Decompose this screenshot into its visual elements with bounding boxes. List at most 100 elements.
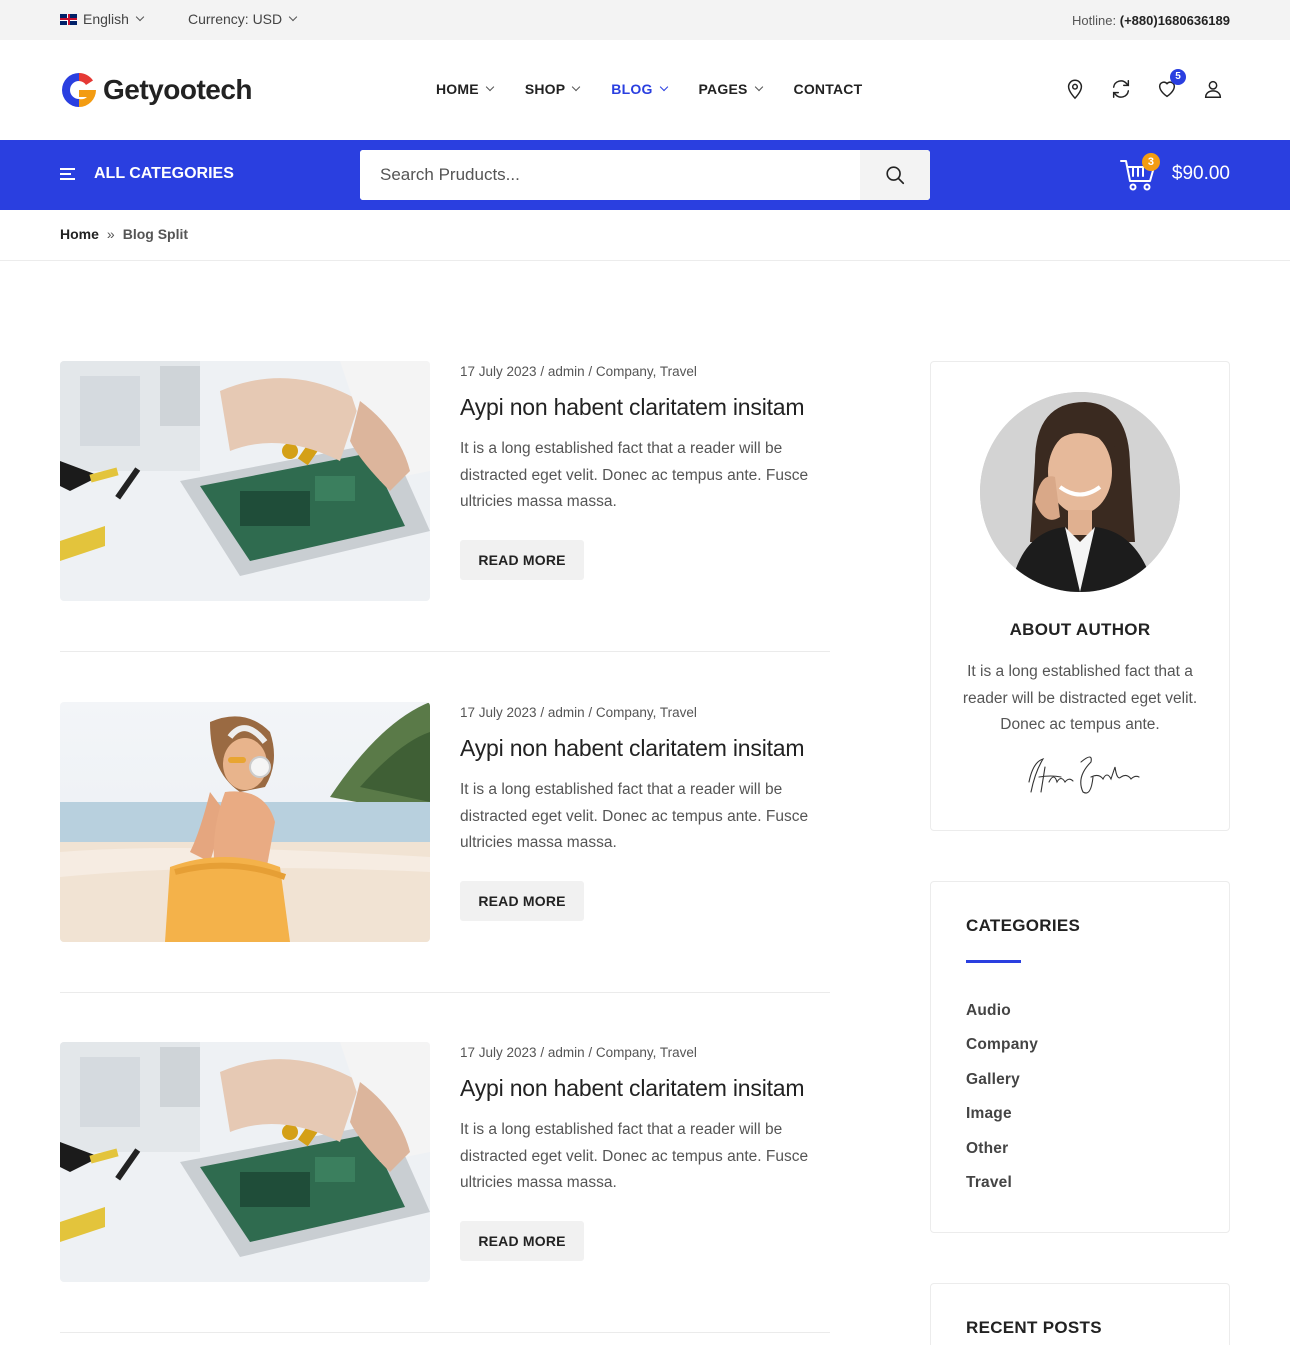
chevron-down-icon <box>659 82 668 92</box>
about-author-widget: ABOUT AUTHOR It is a long established fa… <box>930 361 1230 831</box>
search-box <box>360 150 930 200</box>
category-search-bar: ALL CATEGORIES 3 $90.00 <box>0 140 1290 210</box>
main-nav: HOME SHOP BLOG PAGES CONTACT <box>436 81 894 97</box>
uk-flag-icon <box>60 13 77 25</box>
chevron-down-icon <box>572 82 581 92</box>
read-more-button[interactable]: READ MORE <box>460 1221 584 1261</box>
nav-pages[interactable]: PAGES <box>698 81 763 97</box>
nav-label: SHOP <box>524 81 566 97</box>
all-categories-label: ALL CATEGORIES <box>94 165 234 182</box>
nav-contact[interactable]: CONTACT <box>794 81 863 97</box>
breadcrumb-current: Blog Split <box>122 226 189 242</box>
categories-widget: CATEGORIES Audio Company Gallery Image O… <box>930 881 1230 1233</box>
nav-label: HOME <box>436 81 479 97</box>
breadcrumb-home[interactable]: Home <box>60 226 99 242</box>
post-title[interactable]: Aypi non habent claritatem insitam <box>460 735 805 762</box>
title-underline <box>966 960 1021 963</box>
blog-post: 17 July 2023 / admin / Company, Travel A… <box>60 1042 830 1333</box>
top-bar: English Currency: USD Hotline: (+880)168… <box>0 0 1290 40</box>
nav-home[interactable]: HOME <box>436 81 495 97</box>
category-item[interactable]: Image <box>966 1105 1038 1139</box>
author-signature <box>1028 756 1140 794</box>
logo-text: Getyootech <box>103 74 253 105</box>
currency-label: Currency: USD <box>188 11 283 27</box>
nav-blog[interactable]: BLOG <box>611 81 668 97</box>
blog-post: 17 July 2023 / admin / Company, Travel A… <box>60 702 830 993</box>
post-title[interactable]: Aypi non habent claritatem insitam <box>460 394 805 421</box>
post-image-beach-headphones[interactable] <box>60 702 430 942</box>
currency-selector[interactable]: Currency: USD <box>188 11 298 27</box>
nav-label: PAGES <box>698 81 748 97</box>
post-categories[interactable]: Company, Travel <box>596 705 697 720</box>
category-item[interactable]: Gallery <box>966 1071 1038 1105</box>
read-more-button[interactable]: READ MORE <box>460 540 584 580</box>
post-author[interactable]: admin <box>548 705 585 720</box>
chevron-down-icon <box>135 12 145 22</box>
post-meta: 17 July 2023 / admin / Company, Travel <box>460 1045 697 1060</box>
search-icon <box>886 166 905 185</box>
about-author-text: It is a long established fact that a rea… <box>962 663 1198 733</box>
chevron-down-icon <box>485 82 495 92</box>
blog-post: 17 July 2023 / admin / Company, Travel A… <box>60 361 830 652</box>
all-categories-button[interactable]: ALL CATEGORIES <box>60 165 234 183</box>
search-input[interactable] <box>360 150 860 200</box>
post-image-laptop-repair[interactable] <box>60 1042 430 1282</box>
language-selector[interactable]: English <box>60 11 145 27</box>
hotline-label: Hotline: <box>1072 13 1117 28</box>
post-author[interactable]: admin <box>548 364 585 379</box>
category-item[interactable]: Company <box>966 1036 1038 1070</box>
author-avatar <box>980 392 1180 592</box>
post-image-laptop-repair[interactable] <box>60 361 430 601</box>
post-excerpt: It is a long established fact that a rea… <box>460 440 809 510</box>
nav-shop[interactable]: SHOP <box>524 81 581 97</box>
header-icons: 5 <box>1064 69 1224 100</box>
post-meta: 17 July 2023 / admin / Company, Travel <box>460 364 697 379</box>
recent-posts-title: RECENT POSTS <box>966 1318 1102 1337</box>
post-categories[interactable]: Company, Travel <box>596 1045 697 1060</box>
nav-label: BLOG <box>611 81 653 97</box>
compare-icon[interactable] <box>1110 78 1132 100</box>
hotline-number[interactable]: (+880)1680636189 <box>1120 13 1230 28</box>
language-label: English <box>83 11 129 27</box>
post-meta: 17 July 2023 / admin / Company, Travel <box>460 705 697 720</box>
post-categories[interactable]: Company, Travel <box>596 364 697 379</box>
logo-icon <box>62 73 96 107</box>
recent-posts-widget: RECENT POSTS <box>930 1283 1230 1345</box>
categories-title: CATEGORIES <box>966 916 1081 935</box>
cart-count-badge: 3 <box>1141 153 1160 171</box>
main-header: Getyootech HOME SHOP BLOG PAGES CONTACT … <box>0 40 1290 140</box>
chevron-down-icon <box>754 82 763 92</box>
user-icon[interactable] <box>1202 78 1224 100</box>
read-more-button[interactable]: READ MORE <box>460 881 584 921</box>
category-item[interactable]: Other <box>966 1140 1038 1174</box>
location-icon[interactable] <box>1064 78 1086 100</box>
cart-total: $90.00 <box>1171 163 1230 184</box>
category-item[interactable]: Audio <box>966 1002 1038 1036</box>
post-divider <box>60 651 830 652</box>
category-list: Audio Company Gallery Image Other Travel <box>966 1002 1038 1208</box>
hotline: Hotline: (+880)1680636189 <box>1072 13 1230 28</box>
menu-icon <box>60 168 75 180</box>
post-author[interactable]: admin <box>548 1045 585 1060</box>
post-divider <box>60 1332 830 1333</box>
nav-label: CONTACT <box>793 81 863 97</box>
post-excerpt: It is a long established fact that a rea… <box>460 781 809 851</box>
mini-cart[interactable]: 3 $90.00 <box>1118 153 1230 194</box>
breadcrumb: Home » Blog Split <box>60 226 188 242</box>
category-item[interactable]: Travel <box>966 1174 1038 1208</box>
post-date: 17 July 2023 <box>460 1045 537 1060</box>
search-button[interactable] <box>860 150 930 200</box>
chevron-down-icon <box>288 12 298 22</box>
post-date: 17 July 2023 <box>460 705 537 720</box>
site-logo[interactable]: Getyootech <box>60 71 253 109</box>
wishlist-button[interactable]: 5 <box>1156 69 1186 100</box>
breadcrumb-divider <box>0 260 1290 261</box>
double-chevron-right-icon: » <box>106 226 115 242</box>
post-divider <box>60 992 830 993</box>
cart-button[interactable]: 3 <box>1118 153 1160 194</box>
wishlist-count-badge: 5 <box>1170 69 1186 85</box>
post-date: 17 July 2023 <box>460 364 537 379</box>
post-excerpt: It is a long established fact that a rea… <box>460 1121 809 1191</box>
about-author-title: ABOUT AUTHOR <box>1009 620 1151 639</box>
post-title[interactable]: Aypi non habent claritatem insitam <box>460 1075 805 1102</box>
